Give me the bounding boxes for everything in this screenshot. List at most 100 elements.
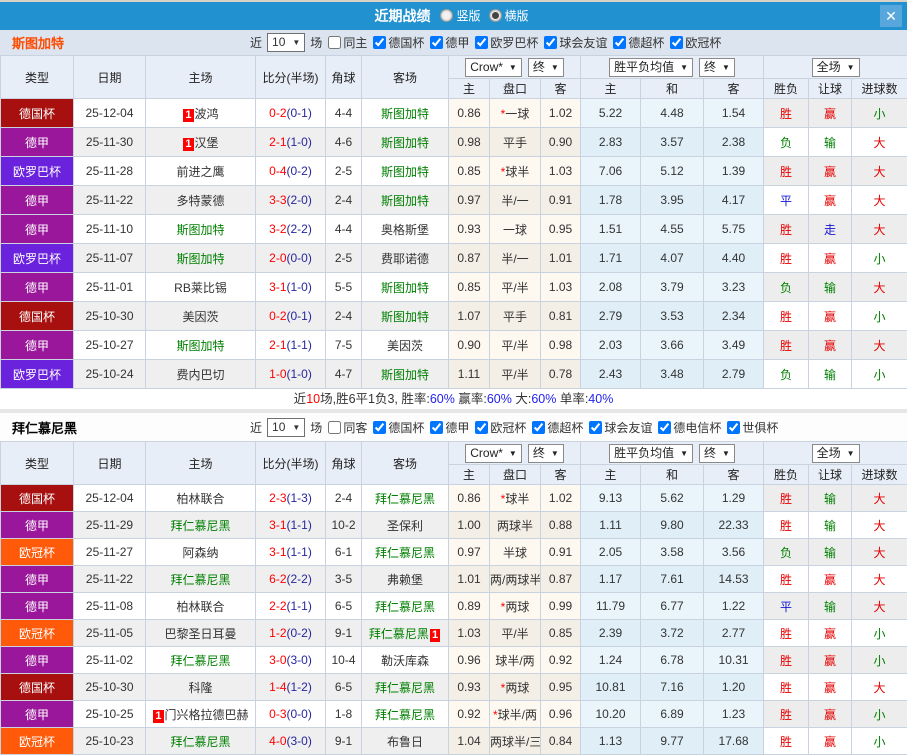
competition-checkbox-德超杯[interactable] (613, 36, 626, 49)
crow-away-odds: 0.85 (541, 620, 581, 647)
recent-count-value: 10 (272, 419, 285, 436)
competition-checkbox-德国杯[interactable] (373, 36, 386, 49)
crow-away-odds: 0.91 (541, 539, 581, 566)
avg-away-odds: 14.53 (704, 566, 764, 593)
layout-radio-vertical[interactable]: 竖版 (440, 7, 480, 24)
result-outcome: 胜 (764, 647, 809, 674)
home-team-name: 前进之鹰 (176, 165, 224, 179)
competition-checkbox-欧冠杯[interactable] (670, 36, 683, 49)
home-team-cell: 多特蒙德 (146, 186, 256, 215)
match-score: 2-2(1-1) (256, 593, 326, 620)
away-team-cell: 奥格斯堡 (362, 215, 449, 244)
match-date: 25-11-10 (74, 215, 146, 244)
half-time-score: (1-1) (287, 545, 312, 559)
avg-away-odds: 1.22 (704, 593, 764, 620)
recent-count-select[interactable]: 10▼ (267, 418, 305, 437)
avg-draw-odds: 5.62 (641, 485, 704, 512)
summary-segment: 60% (487, 392, 512, 406)
match-date: 25-10-25 (74, 701, 146, 728)
home-team-name: 柏林联合 (176, 600, 224, 614)
competition-checkbox-德甲[interactable] (430, 421, 443, 434)
crow-away-odds: 1.03 (541, 273, 581, 302)
avg-home-odds: 2.39 (581, 620, 641, 647)
away-team-name: 斯图加特 (381, 107, 429, 121)
half-time-score: (2-2) (287, 222, 312, 236)
competition-checkbox-欧罗巴杯[interactable] (475, 36, 488, 49)
away-team-cell: 拜仁慕尼黑 (362, 593, 449, 620)
handicap-line: *一球 (490, 99, 541, 128)
sub-column-header: 进球数 (852, 465, 907, 485)
crow-select[interactable]: Crow*▼ (465, 444, 522, 463)
crow-away-odds: 0.81 (541, 302, 581, 331)
home-team-name: 费内巴切 (176, 368, 224, 382)
result-goals: 大 (852, 593, 907, 620)
competition-checkbox-德超杯[interactable] (532, 421, 545, 434)
matches-table: 类型日期主场比分(半场)角球客场Crow*▼终▼胜平负均值▼终▼全场▼主盘口客主… (0, 441, 907, 755)
same-venue-checkbox[interactable] (328, 36, 341, 49)
result-handicap: 输 (809, 273, 852, 302)
sub-column-header: 客 (541, 79, 581, 99)
handicap-line: *球半 (490, 485, 541, 512)
same-venue-checkbox[interactable] (328, 421, 341, 434)
home-team-cell: 科隆 (146, 674, 256, 701)
league-badge: 德国杯 (1, 302, 74, 331)
chevron-down-icon: ▼ (680, 59, 688, 76)
final-odds-select[interactable]: 终▼ (528, 444, 564, 463)
corner-score: 6-5 (326, 674, 362, 701)
result-outcome: 胜 (764, 244, 809, 273)
competition-checkbox-德国杯[interactable] (373, 421, 386, 434)
crow-select[interactable]: Crow*▼ (465, 58, 522, 77)
home-team-cell: 拜仁慕尼黑 (146, 512, 256, 539)
handicap-line: 两/两球半 (490, 566, 541, 593)
match-row: 德甲25-11-29拜仁慕尼黑3-1(1-1)10-2圣保利1.00两球半0.8… (1, 512, 907, 539)
full-match-select[interactable]: 全场▼ (812, 58, 860, 77)
avg-draw-odds: 3.48 (641, 360, 704, 389)
star-icon: * (493, 708, 498, 722)
avg-draw-odds: 5.12 (641, 157, 704, 186)
final-avg-select[interactable]: 终▼ (699, 58, 735, 77)
match-row: 德国杯25-10-30科隆1-4(1-2)6-5拜仁慕尼黑0.93*两球0.95… (1, 674, 907, 701)
result-outcome: 胜 (764, 302, 809, 331)
final-avg-select[interactable]: 终▼ (699, 444, 735, 463)
avg-select[interactable]: 胜平负均值▼ (609, 444, 693, 463)
avg-draw-odds: 4.07 (641, 244, 704, 273)
column-header: 比分(半场) (256, 56, 326, 99)
crow-home-odds: 0.97 (449, 186, 490, 215)
home-team-name: 斯图加特 (176, 223, 224, 237)
recent-count-select[interactable]: 10▼ (267, 33, 305, 52)
competition-checkbox-德电信杯[interactable] (658, 421, 671, 434)
competition-checkbox-德甲[interactable] (430, 36, 443, 49)
corner-score: 2-5 (326, 244, 362, 273)
away-team-name: 弗赖堡 (387, 573, 423, 587)
full-match-select[interactable]: 全场▼ (812, 444, 860, 463)
close-button[interactable]: ✕ (880, 5, 902, 27)
result-goals: 大 (852, 512, 907, 539)
full-time-score: 2-3 (269, 491, 286, 505)
home-team-cell: 拜仁慕尼黑 (146, 566, 256, 593)
competition-checkbox-球会友谊[interactable] (544, 36, 557, 49)
layout-radio-horizontal[interactable]: 横版 (489, 7, 529, 24)
competition-checkbox-世俱杯[interactable] (727, 421, 740, 434)
avg-draw-odds: 7.61 (641, 566, 704, 593)
corner-score: 4-4 (326, 215, 362, 244)
corner-score: 4-7 (326, 360, 362, 389)
crow-home-odds: 0.92 (449, 701, 490, 728)
competition-checkbox-欧冠杯[interactable] (475, 421, 488, 434)
final-odds-select[interactable]: 终▼ (528, 58, 564, 77)
crow-home-odds: 1.00 (449, 512, 490, 539)
avg-select[interactable]: 胜平负均值▼ (609, 58, 693, 77)
select-value: 终 (533, 445, 545, 462)
near-label: 近 (250, 34, 262, 51)
handicap-line: *两球 (490, 593, 541, 620)
star-icon: * (501, 165, 506, 179)
competition-checkbox-球会友谊[interactable] (589, 421, 602, 434)
crow-home-odds: 0.89 (449, 593, 490, 620)
league-badge: 德国杯 (1, 674, 74, 701)
home-team-name: 阿森纳 (182, 546, 218, 560)
chevron-down-icon: ▼ (551, 445, 559, 462)
home-team-name: 美因茨 (182, 310, 218, 324)
handicap-line: 平手 (490, 128, 541, 157)
result-outcome: 胜 (764, 99, 809, 128)
avg-home-odds: 10.20 (581, 701, 641, 728)
league-badge: 德甲 (1, 647, 74, 674)
